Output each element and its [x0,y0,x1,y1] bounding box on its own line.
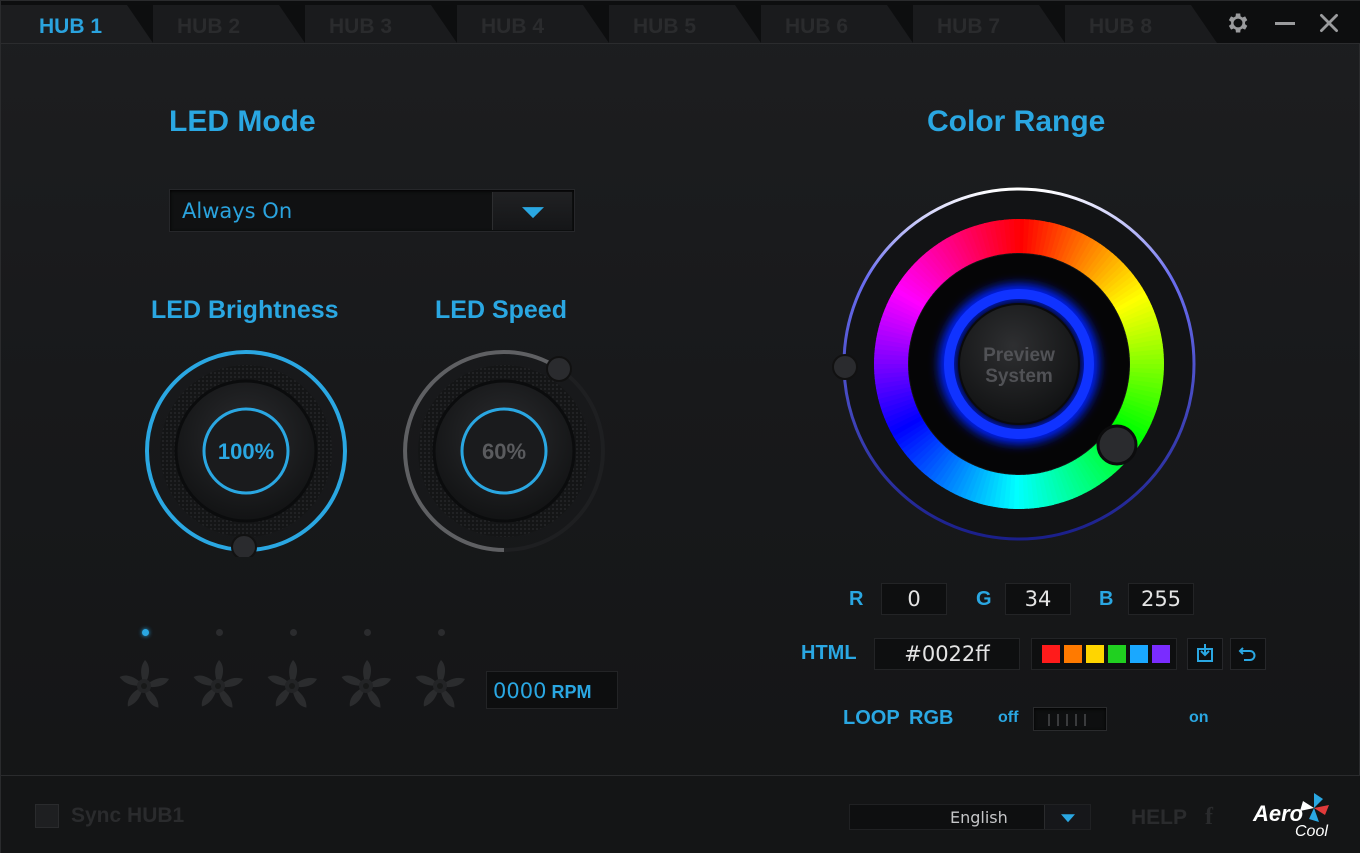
fan-indicator-2 [216,629,223,636]
aerocool-logo: Aero Cool [1253,791,1333,843]
tab-hub-6[interactable]: HUB 6 [761,5,913,43]
sync-hub-label: Sync HUB1 [71,804,185,827]
save-icon [1197,644,1213,662]
tab-label: HUB 1 [39,15,103,38]
color-range-title: Color Range [927,105,1106,138]
app-window: HUB 8 HUB 7 HUB 6 HUB 5 HUB 4 HUB 3 HUB 2 HUB 1… [0,0,1360,853]
rgb-label: RGB [909,707,954,729]
color-swatch[interactable] [1130,645,1148,663]
loop-off-label: off [998,709,1019,726]
html-label: HTML [801,642,857,664]
loop-on-label: on [1189,709,1209,726]
language-dropdown[interactable]: English [849,804,1091,830]
minimize-icon[interactable] [1271,10,1299,38]
color-swatch[interactable] [1108,645,1126,663]
minimize-bar [1275,22,1295,25]
b-input[interactable]: 255 [1128,583,1194,615]
tab-label: HUB 5 [633,15,697,38]
preview-system-button[interactable]: Preview System [959,345,1079,389]
g-input[interactable]: 34 [1005,583,1071,615]
toggle-grip [1048,714,1092,726]
help-link[interactable]: HELP [1131,806,1187,830]
rpm-readout: 0000 RPM [486,671,618,709]
close-icon-graphic [1320,14,1338,32]
r-label: R [849,588,864,610]
fan-icon[interactable] [263,656,321,716]
logo-text-cool: Cool [1295,823,1328,840]
tab-label: HUB 3 [329,15,393,38]
chevron-down-icon [1060,814,1075,823]
save-color-button[interactable] [1187,638,1223,670]
led-mode-dropdown[interactable]: Always On [169,189,575,232]
gear-icon-graphic [1228,13,1248,33]
html-color-input[interactable]: #0022ff [874,638,1020,670]
preview-label-line1: Preview [983,345,1055,366]
fan-indicator-3 [290,629,297,636]
fan-indicator-5 [438,629,445,636]
tab-hub-7[interactable]: HUB 7 [913,5,1065,43]
language-selected: English [950,808,1008,827]
tab-hub-2[interactable]: HUB 2 [153,5,305,43]
preset-swatches [1031,638,1177,670]
color-swatch[interactable] [1152,645,1170,663]
brightness-knob[interactable]: 100% [141,347,351,560]
speed-knob[interactable]: 60% [399,347,609,557]
tab-label: HUB 6 [785,15,849,38]
led-speed-title: LED Speed [435,296,567,324]
led-mode-dropdown-button[interactable] [492,192,572,230]
tab-hub-8[interactable]: HUB 8 [1065,5,1217,43]
fan-indicator-1 [142,629,149,636]
close-icon[interactable] [1315,10,1343,38]
sync-hub-checkbox[interactable] [35,804,59,828]
led-brightness-title: LED Brightness [151,296,339,324]
fan-indicator-4 [364,629,371,636]
gear-icon[interactable] [1223,10,1251,38]
color-swatch[interactable] [1042,645,1060,663]
tab-label: HUB 2 [177,15,241,38]
b-label: B [1099,588,1114,610]
preview-label-line2: System [985,366,1053,387]
tab-label: HUB 4 [481,15,545,38]
rpm-unit: RPM [551,682,592,702]
loop-rgb-toggle[interactable] [1033,707,1107,731]
fan-icon[interactable] [337,656,395,716]
facebook-icon[interactable]: f [1205,804,1213,831]
r-input[interactable]: 0 [881,583,947,615]
g-label: G [976,588,992,610]
tab-hub-1[interactable]: HUB 1 [1,5,153,43]
fan-icon[interactable] [115,656,173,716]
tab-label: HUB 7 [937,15,1001,38]
led-mode-selected: Always On [182,199,293,223]
tab-hub-5[interactable]: HUB 5 [609,5,761,43]
tab-hub-4[interactable]: HUB 4 [457,5,609,43]
brightness-value: 100% [217,439,275,464]
tab-label: HUB 8 [1089,15,1153,38]
color-swatch[interactable] [1086,645,1104,663]
rpm-value: 0000 [493,679,547,703]
reset-color-button[interactable] [1230,638,1266,670]
color-wheel[interactable]: Preview System [831,181,1207,557]
fan-icon[interactable] [411,656,469,716]
undo-icon [1238,647,1256,661]
hub-tab-bar: HUB 8 HUB 7 HUB 6 HUB 5 HUB 4 HUB 3 HUB 2 HUB 1 [1,1,1360,44]
chevron-down-icon [521,207,544,219]
led-mode-title: LED Mode [169,105,316,138]
speed-value: 60% [481,439,527,464]
color-swatch[interactable] [1064,645,1082,663]
loop-label: LOOP [843,707,900,729]
fan-icon[interactable] [189,656,247,716]
language-dropdown-button[interactable] [1044,805,1090,829]
tab-hub-3[interactable]: HUB 3 [305,5,457,43]
